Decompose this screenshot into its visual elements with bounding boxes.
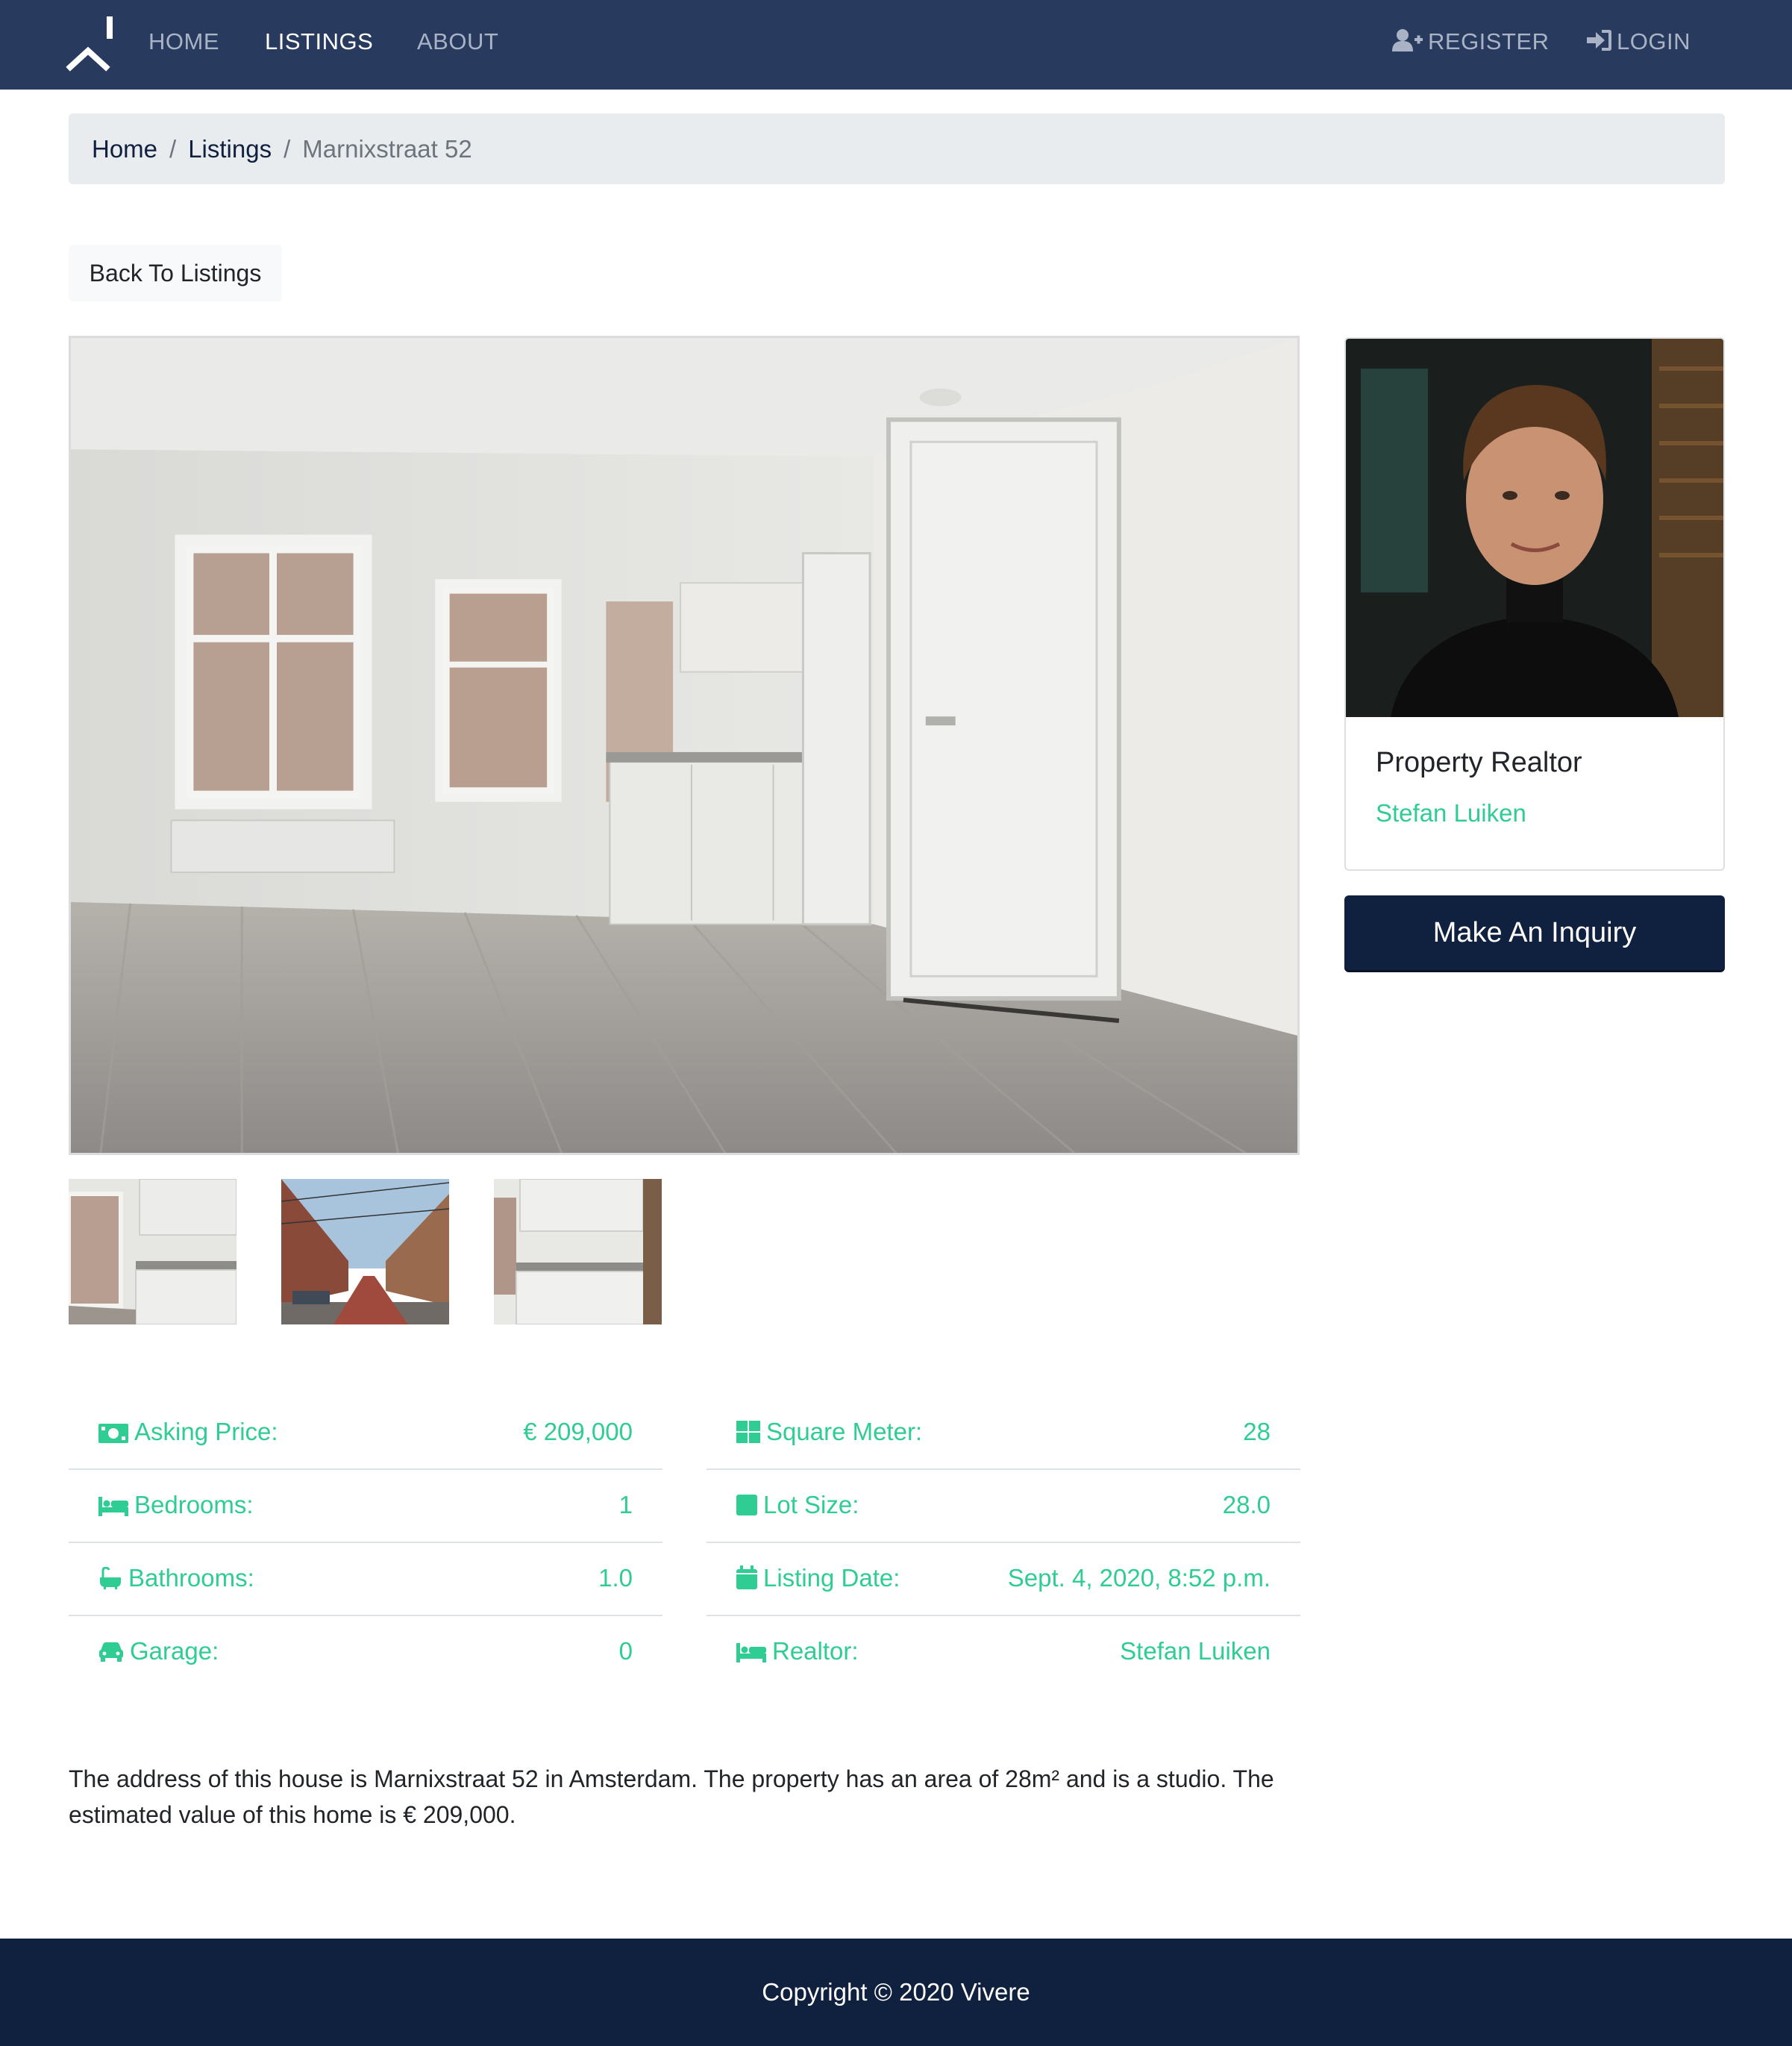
calendar-icon [736, 1565, 757, 1589]
detail-label: Listing Date: [763, 1564, 900, 1592]
detail-value: 0 [618, 1637, 633, 1665]
bed-icon [736, 1643, 766, 1662]
detail-value: € 209,000 [523, 1418, 633, 1445]
login-label: LOGIN [1617, 28, 1691, 54]
bed-icon [98, 1497, 128, 1516]
square-icon [736, 1495, 757, 1515]
register-label: REGISTER [1428, 28, 1550, 54]
detail-label: Garage: [130, 1637, 219, 1665]
user-plus-icon [1392, 29, 1423, 51]
back-to-listings-button[interactable]: Back To Listings [69, 245, 282, 301]
main-listing-photo [69, 336, 1300, 1155]
detail-label: Lot Size: [763, 1491, 859, 1518]
register-link[interactable]: REGISTER [1392, 28, 1549, 55]
detail-value: 1.0 [598, 1564, 633, 1592]
car-icon [99, 1642, 123, 1662]
detail-label: Realtor: [772, 1637, 859, 1665]
login-link[interactable]: LOGIN [1587, 28, 1691, 55]
breadcrumb-current: Marnixstraat 52 [302, 135, 472, 163]
nav-link-listings[interactable]: LISTINGS [265, 28, 373, 55]
breadcrumb-separator: / [169, 135, 177, 163]
navbar: HOME LISTINGS ABOUT REGISTER LOGIN [0, 0, 1792, 90]
footer: Copyright © 2020 Vivere [0, 1939, 1792, 2046]
detail-value: Stefan Luiken [1120, 1637, 1271, 1665]
detail-value: 28.0 [1222, 1491, 1271, 1518]
breadcrumb-listings[interactable]: Listings [188, 135, 272, 163]
detail-square-meter: Square Meter: 28 [707, 1397, 1300, 1470]
realtor-name: Stefan Luiken [1376, 799, 1526, 827]
thumbnail-kitchen-2[interactable] [494, 1179, 662, 1324]
detail-lot-size: Lot Size: 28.0 [707, 1470, 1300, 1543]
thumbnail-kitchen-1[interactable] [69, 1179, 236, 1324]
details-list-left: Asking Price: € 209,000 Bedrooms: 1 Bath… [69, 1397, 662, 1689]
listing-description: The address of this house is Marnixstraa… [69, 1765, 1274, 1828]
realtor-card: Property Realtor Stefan Luiken [1344, 337, 1725, 871]
detail-label: Bedrooms: [134, 1491, 254, 1518]
copyright-text: Copyright © 2020 Vivere [762, 1978, 1030, 2006]
nav-link-home[interactable]: HOME [148, 28, 219, 55]
detail-listing-date: Listing Date: Sept. 4, 2020, 8:52 p.m. [707, 1543, 1300, 1616]
detail-value: 28 [1243, 1418, 1271, 1445]
breadcrumb-home[interactable]: Home [92, 135, 157, 163]
realtor-photo [1346, 339, 1723, 717]
money-icon [98, 1424, 128, 1443]
detail-bathrooms: Bathrooms: 1.0 [69, 1543, 662, 1616]
make-inquiry-button[interactable]: Make An Inquiry [1344, 895, 1725, 970]
detail-realtor: Realtor: Stefan Luiken [707, 1616, 1300, 1689]
nav-link-about[interactable]: ABOUT [417, 28, 498, 55]
grid-icon [736, 1421, 760, 1443]
realtor-card-title: Property Realtor [1376, 747, 1582, 778]
detail-label: Asking Price: [134, 1418, 278, 1445]
detail-value: 1 [618, 1491, 633, 1518]
detail-garage: Garage: 0 [69, 1616, 662, 1689]
detail-label: Square Meter: [766, 1418, 923, 1445]
detail-label: Bathrooms: [128, 1564, 254, 1592]
breadcrumb: Home / Listings / Marnixstraat 52 [69, 113, 1725, 184]
brand-logo[interactable] [66, 16, 116, 73]
breadcrumb-separator: / [283, 135, 291, 163]
detail-asking-price: Asking Price: € 209,000 [69, 1397, 662, 1470]
detail-bedrooms: Bedrooms: 1 [69, 1470, 662, 1543]
bath-icon [100, 1567, 121, 1589]
thumbnail-street[interactable] [281, 1179, 449, 1324]
sign-in-icon [1587, 30, 1611, 51]
details-list-right: Square Meter: 28 Lot Size: 28.0 Listing … [707, 1397, 1300, 1689]
detail-value: Sept. 4, 2020, 8:52 p.m. [1007, 1564, 1271, 1592]
